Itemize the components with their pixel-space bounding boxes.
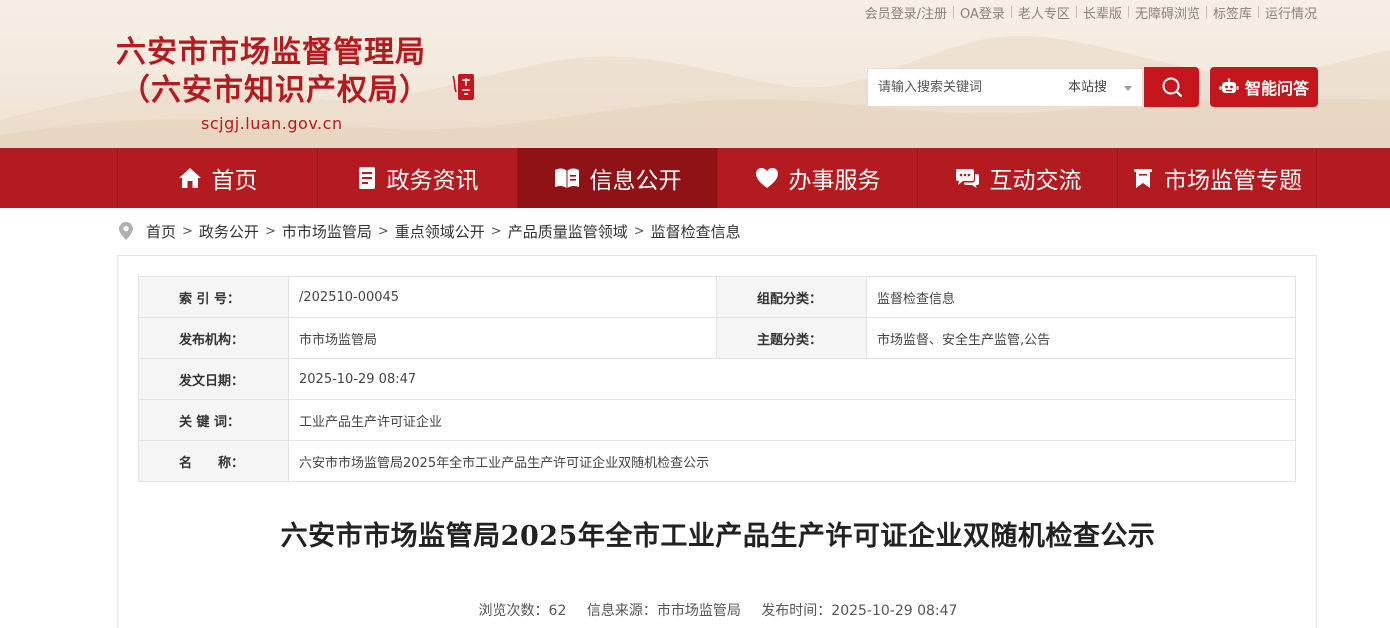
- luan-seal-icon: [452, 74, 474, 100]
- bookmark-icon: [1134, 169, 1152, 188]
- keywords-value: 工业产品生产许可证企业: [288, 399, 1296, 441]
- publisher-label: 发布机构：: [138, 317, 289, 359]
- nav-info-disclosure[interactable]: 信息公开: [517, 148, 717, 208]
- name-value: 六安市市场监管局2025年全市工业产品生产许可证企业双随机检查公示: [288, 440, 1296, 482]
- topic-label: 主题分类：: [716, 317, 867, 359]
- tag-library-link[interactable]: 标签库: [1207, 3, 1258, 22]
- open-book-icon: [554, 168, 579, 188]
- publisher-value: 市市场监管局: [288, 317, 717, 359]
- member-login-link[interactable]: 会员登录/注册: [859, 3, 953, 22]
- nav-interaction[interactable]: 互动交流: [917, 148, 1117, 208]
- search-scope-select[interactable]: 本站搜: [1068, 69, 1107, 106]
- name-label: 名 称：: [138, 440, 289, 482]
- breadcrumb-inspection-info[interactable]: 监督检查信息: [651, 221, 741, 242]
- logo-subtitle: （六安市知识产权局）: [120, 73, 430, 108]
- breadcrumb-separator: >: [490, 223, 502, 239]
- senior-version-link[interactable]: 长辈版: [1077, 3, 1128, 22]
- table-row: 关 键 词： 工业产品生产许可证企业: [138, 399, 1296, 441]
- nav-label: 首页: [211, 168, 258, 194]
- table-row: 名 称： 六安市市场监管局2025年全市工业产品生产许可证企业双随机检查公示: [138, 440, 1296, 482]
- nav-label: 互动交流: [989, 168, 1082, 194]
- robot-icon: [1219, 78, 1239, 93]
- topic-value: 市场监督、安全生产监管,公告: [866, 317, 1296, 359]
- nav-market-topics[interactable]: 市场监管专题: [1117, 148, 1317, 208]
- publish-time: 发布时间：2025-10-29 08:47: [761, 603, 958, 619]
- index-label: 索 引 号：: [138, 276, 289, 318]
- location-pin-icon: [119, 222, 133, 240]
- logo-title: 六安市市场监督管理局: [116, 35, 426, 70]
- breadcrumb-separator: >: [633, 223, 645, 239]
- home-icon: [178, 168, 201, 188]
- index-value: /202510-00045: [288, 276, 717, 318]
- table-row: 发布机构： 市市场监管局 主题分类： 市场监督、安全生产监管,公告: [138, 317, 1296, 359]
- content-panel: 索 引 号： /202510-00045 组配分类： 监督检查信息 发布机构： …: [117, 255, 1317, 628]
- nav-label: 政务资讯: [386, 168, 479, 194]
- search-button[interactable]: [1144, 67, 1199, 107]
- top-links-bar: 会员登录/注册 OA登录 老人专区 长辈版 无障碍浏览 标签库 运行情况: [859, 2, 1317, 22]
- site-status-link[interactable]: 运行情况: [1259, 3, 1317, 22]
- breadcrumb-product-quality[interactable]: 产品质量监管领域: [508, 221, 628, 242]
- category-value: 监督检查信息: [866, 276, 1296, 318]
- elderly-zone-link[interactable]: 老人专区: [1012, 3, 1076, 22]
- main-nav: 首页 政务资讯 信息公开 办事服务 互动交流 市场监管专题: [0, 148, 1390, 208]
- nav-label: 信息公开: [589, 168, 682, 194]
- view-count: 浏览次数：62: [478, 603, 567, 619]
- nav-services[interactable]: 办事服务: [717, 148, 917, 208]
- ai-qa-button[interactable]: 智能问答: [1210, 67, 1318, 107]
- breadcrumb-gov-affairs[interactable]: 政务公开: [199, 221, 259, 242]
- chevron-down-icon[interactable]: [1124, 86, 1132, 91]
- nav-news[interactable]: 政务资讯: [317, 148, 517, 208]
- chat-icon: [955, 169, 979, 188]
- ai-qa-label: 智能问答: [1244, 79, 1309, 98]
- document-info: 浏览次数：62 信息来源：市市场监管局 发布时间：2025-10-29 08:4…: [118, 600, 1318, 620]
- search-box: 本站搜: [867, 68, 1143, 107]
- category-label: 组配分类：: [716, 276, 867, 318]
- date-value: 2025-10-29 08:47: [288, 358, 1296, 400]
- site-logo[interactable]: 六安市市场监督管理局 （六安市知识产权局） scjgj.luan.gov.cn: [116, 34, 486, 138]
- document-title: 六安市市场监管局2025年全市工业产品生产许可证企业双随机检查公示: [280, 521, 1156, 552]
- breadcrumb-home[interactable]: 首页: [146, 221, 176, 242]
- search-input[interactable]: [868, 69, 1058, 106]
- breadcrumb: 首页 > 政务公开 > 市市场监管局 > 重点领域公开 > 产品质量监管领域 >…: [118, 220, 741, 242]
- accessibility-link[interactable]: 无障碍浏览: [1129, 3, 1206, 22]
- info-source: 信息来源：市市场监管局: [586, 603, 741, 619]
- date-label: 发文日期：: [138, 358, 289, 400]
- nav-label: 办事服务: [788, 168, 881, 194]
- table-row: 发文日期： 2025-10-29 08:47: [138, 358, 1296, 400]
- nav-home[interactable]: 首页: [117, 148, 317, 208]
- document-icon: [358, 167, 375, 189]
- breadcrumb-separator: >: [264, 223, 276, 239]
- breadcrumb-bureau[interactable]: 市市场监管局: [282, 221, 372, 242]
- oa-login-link[interactable]: OA登录: [954, 3, 1011, 22]
- heart-icon: [755, 168, 778, 188]
- table-row: 索 引 号： /202510-00045 组配分类： 监督检查信息: [138, 276, 1296, 318]
- logo-domain: scjgj.luan.gov.cn: [201, 114, 343, 133]
- site-header: 会员登录/注册 OA登录 老人专区 长辈版 无障碍浏览 标签库 运行情况 六安市…: [0, 0, 1390, 148]
- search-icon: [1162, 77, 1182, 98]
- breadcrumb-separator: >: [377, 223, 389, 239]
- nav-label: 市场监管专题: [1164, 168, 1302, 194]
- keywords-label: 关 键 词：: [138, 399, 289, 441]
- breadcrumb-key-areas[interactable]: 重点领域公开: [395, 221, 485, 242]
- document-metadata-table: 索 引 号： /202510-00045 组配分类： 监督检查信息 发布机构： …: [138, 276, 1296, 482]
- breadcrumb-separator: >: [182, 223, 193, 239]
